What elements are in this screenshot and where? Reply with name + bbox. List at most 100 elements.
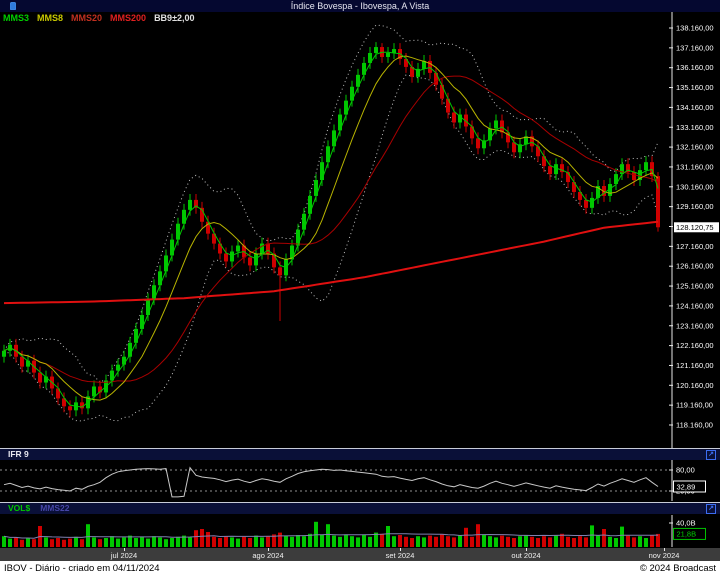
candle	[452, 107, 456, 129]
legend-mms3: MMS3	[3, 13, 29, 23]
x-axis-label: set 2024	[386, 551, 415, 560]
candle	[332, 124, 336, 152]
candle	[506, 126, 510, 148]
volume-bar	[164, 539, 168, 547]
candle	[392, 43, 396, 59]
volume-bar	[464, 528, 468, 547]
candle	[302, 208, 306, 236]
volume-bar	[278, 533, 282, 547]
volume-bar	[608, 537, 612, 547]
axis-tick-label: 135.160,00	[676, 83, 714, 92]
volume-bar	[500, 536, 504, 547]
expand-icon[interactable]: ↗	[706, 450, 716, 460]
volume-bar	[518, 536, 522, 547]
axis-tick-label: 123.160,00	[676, 321, 714, 330]
candle	[530, 130, 534, 152]
candle	[344, 95, 348, 121]
volume-bar	[524, 535, 528, 547]
candle	[560, 158, 564, 178]
volume-bar	[386, 526, 390, 547]
volume-bar	[476, 524, 480, 547]
date-axis: jul 2024ago 2024set 2024out 2024nov 2024	[0, 548, 720, 561]
volume-bar	[140, 537, 144, 547]
volume-bar	[644, 538, 648, 547]
volume-bar	[290, 537, 294, 547]
status-left: IBOV - Diário - criado em 04/11/2024	[4, 563, 160, 574]
candle	[428, 55, 432, 79]
volume-bar	[656, 534, 660, 547]
axis-tick-label: 126.160,00	[676, 262, 714, 271]
volume-bar	[578, 536, 582, 547]
candle	[308, 190, 312, 220]
axis-tick-label: 122.160,00	[676, 341, 714, 350]
ifr-line	[4, 468, 658, 497]
volume-bar	[200, 529, 204, 547]
title-bar: Índice Bovespa - Ibovespa, A Vista	[0, 0, 720, 12]
candle	[158, 265, 162, 291]
volume-bar	[92, 537, 96, 547]
volume-bar	[614, 538, 618, 547]
volume-bar	[458, 536, 462, 547]
volume-ma-label: MMS22	[40, 503, 69, 513]
chart-canvas[interactable]: 138.160,00137.160,00136.160,00135.160,00…	[0, 0, 720, 575]
volume-bar	[572, 538, 576, 547]
axis-tick-label: 80,00	[676, 466, 695, 475]
candle	[590, 192, 594, 214]
volume-bar	[14, 537, 18, 547]
volume-bar	[590, 525, 594, 547]
volume-bar	[482, 535, 486, 547]
bollinger-upper-band	[4, 25, 658, 383]
candle	[152, 279, 156, 305]
bollinger-lower-band	[4, 75, 658, 421]
candle	[188, 194, 192, 216]
candle	[422, 55, 426, 75]
candlestick-series	[2, 42, 660, 417]
volume-bar	[554, 536, 558, 547]
candle	[356, 69, 360, 93]
legend-mms8: MMS8	[37, 13, 63, 23]
volume-bar	[146, 539, 150, 547]
volume-bar	[542, 536, 546, 547]
volume-bar	[356, 537, 360, 547]
volume-panel-header: VOL$MMS22 ↗	[0, 502, 720, 514]
axis-tick-label: 138.160,00	[676, 24, 714, 33]
volume-bar	[626, 536, 630, 547]
volume-bar	[470, 537, 474, 547]
axis-tick-label: 118.160,00	[676, 421, 713, 430]
volume-bar	[116, 539, 120, 547]
volume-bar	[452, 537, 456, 547]
volume-bar	[446, 536, 450, 547]
volume-bar	[494, 537, 498, 547]
volume-bar	[104, 538, 108, 547]
volume-bar	[530, 537, 534, 547]
candle	[176, 218, 180, 246]
volume-bar	[404, 537, 408, 547]
candle	[38, 367, 42, 389]
indicator-legend: MMS3MMS8MMS20MMS200BB9±2,00	[3, 13, 203, 23]
volume-bar	[152, 536, 156, 547]
volume-bar	[602, 529, 606, 547]
volume-bar	[230, 537, 234, 547]
volume-bar	[434, 537, 438, 547]
volume-bar	[98, 539, 102, 547]
volume-bar	[596, 535, 600, 547]
volume-bar	[512, 538, 516, 547]
candle	[2, 345, 6, 363]
expand-icon[interactable]: ↗	[706, 504, 716, 514]
volume-bar	[170, 538, 174, 547]
candle	[230, 246, 234, 268]
volume-bar	[650, 535, 654, 547]
volume-bar	[332, 536, 336, 547]
volume-value-tag: 21,8B	[674, 528, 706, 539]
candle	[386, 47, 390, 63]
volume-bar	[194, 530, 198, 547]
volume-bar	[344, 534, 348, 547]
volume-bar	[410, 538, 414, 547]
axis-tick-label: 40,0B	[676, 519, 696, 528]
mms200-line	[4, 222, 658, 303]
axis-tick-label: 128.120,75	[676, 223, 714, 232]
candle	[194, 194, 198, 214]
volume-bar	[440, 534, 444, 547]
volume-bar	[632, 537, 636, 547]
volume-bar	[368, 537, 372, 547]
